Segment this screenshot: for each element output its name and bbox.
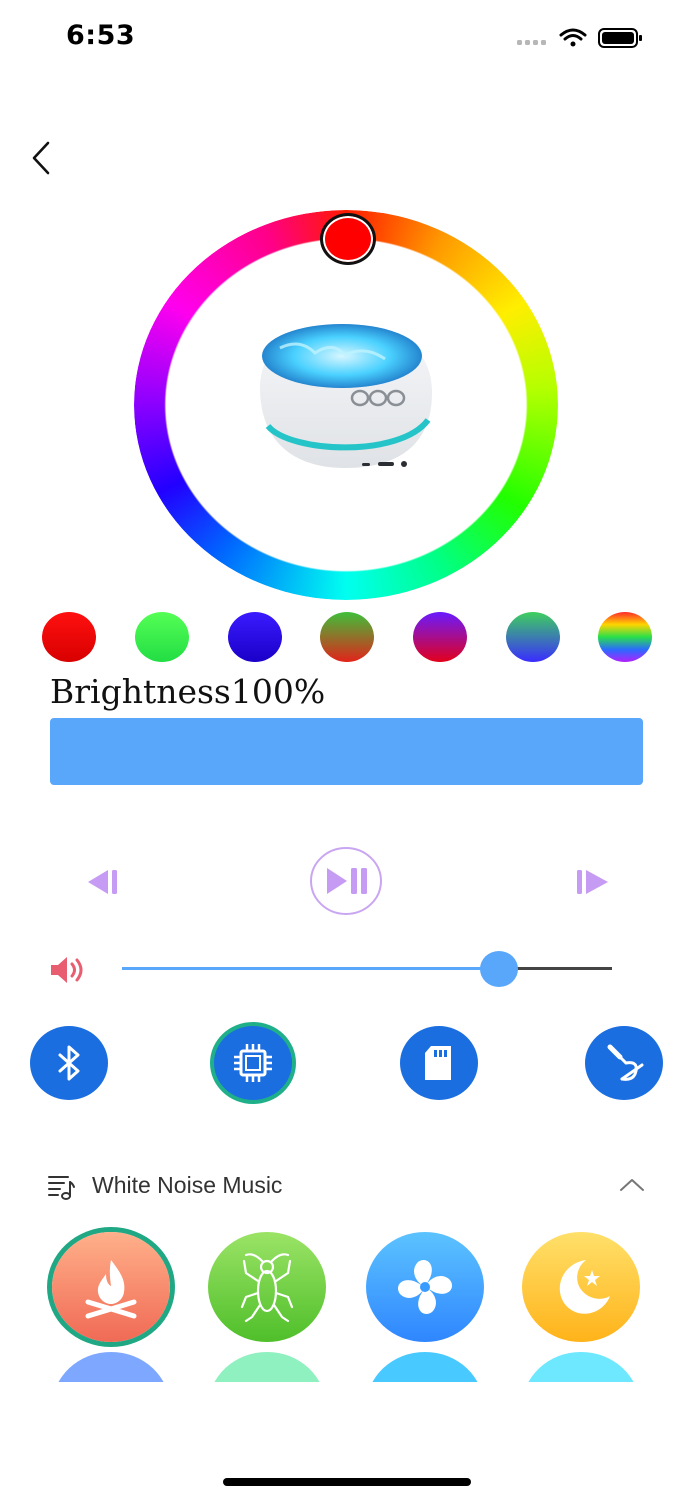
color-preset-green-blue[interactable] — [506, 612, 560, 662]
color-preset-blue[interactable] — [228, 612, 282, 662]
brightness-slider[interactable] — [50, 718, 643, 785]
color-preset-green-red[interactable] — [320, 612, 374, 662]
aux-mode-button[interactable] — [585, 1026, 663, 1100]
sd-card-icon — [425, 1046, 451, 1080]
volume-thumb[interactable] — [480, 951, 519, 987]
chip-mode-button[interactable] — [214, 1026, 292, 1100]
white-noise-moon[interactable] — [522, 1232, 640, 1342]
volume-icon — [51, 957, 83, 983]
product-image — [260, 324, 432, 468]
volume-fill — [122, 967, 500, 970]
color-preset-rainbow[interactable] — [598, 612, 652, 662]
campfire-icon — [85, 1260, 137, 1319]
white-noise-fire[interactable] — [52, 1232, 170, 1342]
bluetooth-icon — [58, 1045, 80, 1081]
brightness-label: Brightness100% — [50, 672, 326, 711]
music-list-icon — [48, 1176, 75, 1200]
aux-cable-icon — [607, 1044, 644, 1081]
white-noise-fan[interactable] — [366, 1232, 484, 1342]
white-noise-title: White Noise Music — [92, 1172, 283, 1198]
previous-track-icon[interactable] — [84, 864, 124, 900]
chevron-up-icon[interactable] — [618, 1176, 646, 1194]
chip-icon — [234, 1044, 272, 1082]
color-preset-purple-red[interactable] — [413, 612, 467, 662]
color-wheel-knob[interactable] — [320, 213, 376, 265]
moon-star-icon — [559, 1260, 610, 1314]
battery-icon — [598, 28, 642, 48]
back-chevron-icon[interactable] — [26, 138, 60, 178]
bluetooth-mode-button[interactable] — [30, 1026, 108, 1100]
fan-icon — [397, 1259, 453, 1315]
color-preset-green[interactable] — [135, 612, 189, 662]
sd-card-mode-button[interactable] — [400, 1026, 478, 1100]
next-track-icon[interactable] — [572, 864, 612, 900]
signal-icon — [517, 40, 546, 45]
home-indicator[interactable] — [223, 1478, 471, 1486]
cricket-icon — [240, 1253, 294, 1323]
status-icons — [517, 28, 642, 48]
color-preset-red[interactable] — [42, 612, 96, 662]
wifi-icon — [559, 28, 587, 47]
status-time: 6:53 — [66, 20, 136, 51]
play-pause-icon[interactable] — [309, 846, 383, 916]
white-noise-cricket[interactable] — [208, 1232, 326, 1342]
